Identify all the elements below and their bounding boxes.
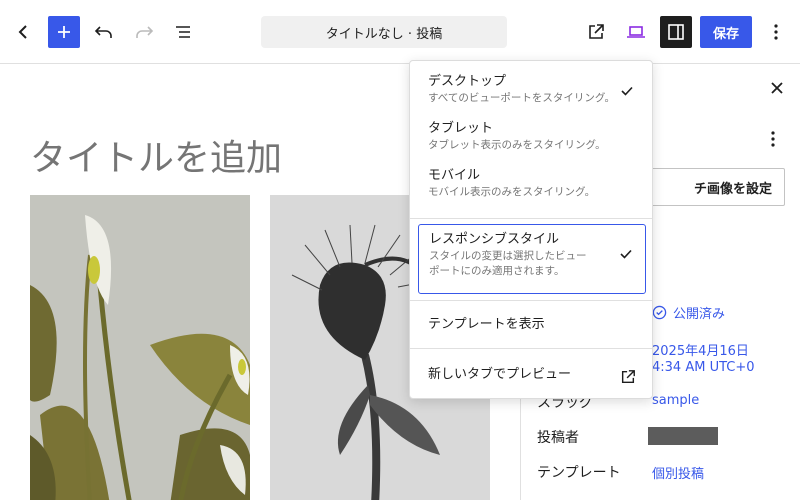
post-title-placeholder[interactable]: タイトルを追加: [30, 129, 282, 181]
undo-icon: [94, 26, 112, 38]
menu-item-title: レスポンシブスタイル: [429, 232, 560, 247]
sidebar-icon: [668, 24, 684, 40]
menu-item-title: 新しいタブでプレビュー: [428, 367, 572, 382]
menu-divider: [410, 300, 652, 301]
menu-item-desc: ポートにのみ適用されます。: [429, 265, 565, 277]
plus-icon: [58, 26, 70, 38]
published-check-circle-icon: [652, 305, 667, 320]
back-button[interactable]: [8, 16, 40, 48]
close-icon: [771, 82, 783, 94]
menu-item-mobile[interactable]: モバイル モバイル表示のみをスタイリング。: [418, 167, 646, 200]
view-post-button[interactable]: [580, 16, 612, 48]
editor-toolbar: タイトルなし · 投稿 保存: [0, 0, 800, 64]
menu-item-desc: すべてのビューポートをスタイリング。: [428, 92, 616, 104]
author-select-redacted[interactable]: [648, 427, 718, 445]
options-menu-button[interactable]: [760, 16, 792, 48]
author-label: 投稿者: [537, 430, 579, 446]
menu-divider: [410, 218, 652, 219]
settings-sidebar-toggle[interactable]: [660, 16, 692, 48]
menu-item-title: タブレット: [428, 121, 494, 136]
redo-icon: [136, 26, 154, 38]
document-title-bar[interactable]: タイトルなし · 投稿: [261, 16, 507, 48]
check-icon: [621, 86, 633, 96]
menu-item-tablet[interactable]: タブレット タブレット表示のみをスタイリング。: [418, 120, 646, 153]
close-sidebar-button[interactable]: [761, 75, 793, 101]
menu-item-responsive-styles[interactable]: レスポンシブスタイル スタイルの変更は選択したビュー ポートにのみ適用されます。: [418, 224, 646, 294]
list-view-icon: [176, 26, 190, 38]
preview-dropdown-menu: デスクトップ すべてのビューポートをスタイリング。 タブレット タブレット表示の…: [409, 60, 653, 399]
status-label: 公開済み: [673, 307, 726, 322]
slug-value[interactable]: sample: [652, 393, 699, 408]
external-link-icon: [589, 24, 604, 39]
menu-item-desktop[interactable]: デスクトップ すべてのビューポートをスタイリング。: [418, 73, 646, 106]
menu-item-desc: スタイルの変更は選択したビュー: [429, 250, 587, 262]
status-value[interactable]: 公開済み: [652, 303, 725, 322]
arum-plant-image: [30, 195, 250, 500]
gallery-image-plant[interactable]: [30, 195, 250, 500]
post-actions-button[interactable]: [761, 127, 785, 151]
undo-button[interactable]: [88, 16, 120, 48]
menu-item-desc: モバイル表示のみをスタイリング。: [428, 186, 596, 198]
save-button[interactable]: 保存: [700, 16, 752, 48]
menu-item-preview-new-tab[interactable]: 新しいタブでプレビュー: [418, 366, 646, 384]
desktop-icon: [627, 26, 645, 38]
menu-item-desc: タブレット表示のみをスタイリング。: [428, 139, 606, 151]
external-link-icon: [621, 370, 635, 384]
redo-button[interactable]: [128, 16, 160, 48]
device-preview-button[interactable]: [620, 16, 652, 48]
more-vertical-icon: [771, 131, 775, 147]
menu-item-title: デスクトップ: [428, 74, 507, 89]
publish-date-line2[interactable]: 4:34 AM UTC+0: [652, 360, 755, 375]
add-block-button[interactable]: [48, 16, 80, 48]
menu-divider: [410, 348, 652, 349]
check-icon: [620, 249, 632, 259]
menu-item-title: モバイル: [428, 168, 481, 183]
back-icon: [18, 25, 27, 39]
set-featured-image-button[interactable]: チ画像を設定: [631, 168, 785, 206]
list-view-button[interactable]: [168, 16, 200, 48]
menu-item-title: テンプレートを表示: [428, 317, 545, 332]
template-value[interactable]: 個別投稿: [652, 463, 704, 482]
menu-item-show-template[interactable]: テンプレートを表示: [418, 316, 646, 334]
template-label: テンプレート: [537, 465, 621, 481]
publish-date-line1[interactable]: 2025年4月16日: [652, 340, 749, 359]
more-vertical-icon: [774, 24, 778, 40]
